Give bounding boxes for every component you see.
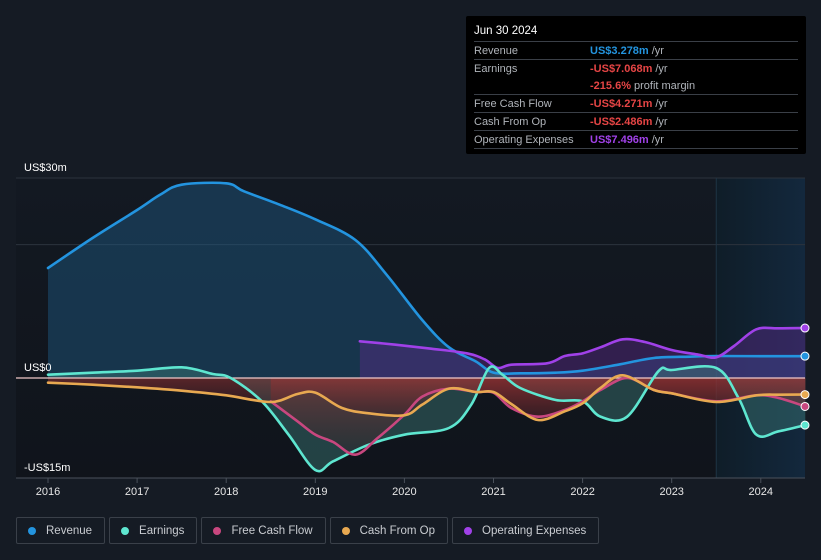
- legend-label: Earnings: [139, 524, 185, 537]
- x-tick-label: 2017: [125, 486, 149, 498]
- x-tick-label: 2022: [570, 486, 594, 498]
- legend-dot-icon: [121, 526, 130, 535]
- chart-legend: Revenue Earnings Free Cash Flow Cash Fro…: [16, 517, 600, 544]
- legend-dot-icon: [341, 526, 350, 535]
- tooltip-value: US$3.278m: [590, 44, 649, 57]
- cash-from-op-end-point: [800, 390, 810, 400]
- legend-item-cash-from-op[interactable]: Cash From Op: [329, 517, 449, 544]
- legend-item-earnings[interactable]: Earnings: [109, 517, 198, 544]
- legend-label: Operating Expenses: [482, 524, 587, 537]
- tooltip-label: Operating Expenses: [474, 133, 574, 146]
- legend-label: Free Cash Flow: [231, 524, 313, 537]
- tooltip-unit: /yr: [655, 97, 668, 110]
- legend-dot-icon: [213, 526, 222, 535]
- legend-dot-icon: [28, 526, 36, 535]
- legend-item-revenue[interactable]: Revenue: [16, 517, 106, 544]
- tooltip-date: Jun 30 2024: [474, 23, 798, 42]
- x-tick-label: 2019: [303, 486, 327, 498]
- legend-label: Cash From Op: [359, 524, 436, 537]
- revenue-end-point: [800, 351, 810, 361]
- tooltip-panel: Jun 30 2024 Revenue US$3.278m /yr Earnin…: [466, 16, 806, 154]
- y-axis-label: US$0: [24, 362, 52, 374]
- tooltip-row-free-cash-flow: Free Cash Flow -US$4.271m /yr: [474, 95, 798, 113]
- tooltip-value: US$7.496m: [590, 133, 649, 146]
- tooltip-unit: profit margin: [633, 79, 696, 92]
- tooltip-value: -US$7.068m: [590, 62, 653, 75]
- tooltip-row-profit-margin: -215.6% profit margin: [474, 77, 798, 95]
- tooltip-unit: /yr: [655, 115, 668, 128]
- tooltip-row-operating-expenses: Operating Expenses US$7.496m /yr: [474, 131, 798, 149]
- tooltip-row-revenue: Revenue US$3.278m /yr: [474, 42, 798, 60]
- x-tick-label: 2018: [214, 486, 238, 498]
- x-tick-label: 2016: [36, 486, 60, 498]
- free-cash-flow-end-point: [800, 401, 810, 411]
- tooltip-label: Free Cash Flow: [474, 97, 552, 110]
- x-tick-label: 2023: [659, 486, 683, 498]
- x-tick-label: 2024: [749, 486, 773, 498]
- y-axis-label: -US$15m: [24, 462, 70, 474]
- x-tick-label: 2021: [481, 486, 505, 498]
- legend-label: Revenue: [46, 524, 93, 537]
- tooltip-value: -215.6%: [590, 79, 631, 92]
- earnings-end-point: [800, 420, 810, 430]
- tooltip-unit: /yr: [651, 44, 664, 57]
- tooltip-value: -US$4.271m: [590, 97, 653, 110]
- tooltip-unit: /yr: [651, 133, 664, 146]
- tooltip-row-earnings: Earnings -US$7.068m /yr: [474, 60, 798, 77]
- tooltip-label: Cash From Op: [474, 115, 547, 128]
- tooltip-label: Earnings: [474, 62, 518, 75]
- tooltip-unit: /yr: [655, 62, 668, 75]
- x-tick-label: 2020: [392, 486, 416, 498]
- y-axis-label: US$30m: [24, 162, 67, 174]
- legend-item-free-cash-flow[interactable]: Free Cash Flow: [201, 517, 326, 544]
- tooltip-value: -US$2.486m: [590, 115, 653, 128]
- tooltip-label: Revenue: [474, 44, 519, 57]
- legend-item-operating-expenses[interactable]: Operating Expenses: [452, 517, 600, 544]
- operating-expenses-end-point: [800, 323, 810, 333]
- legend-dot-icon: [464, 526, 473, 535]
- tooltip-row-cash-from-op: Cash From Op -US$2.486m /yr: [474, 113, 798, 131]
